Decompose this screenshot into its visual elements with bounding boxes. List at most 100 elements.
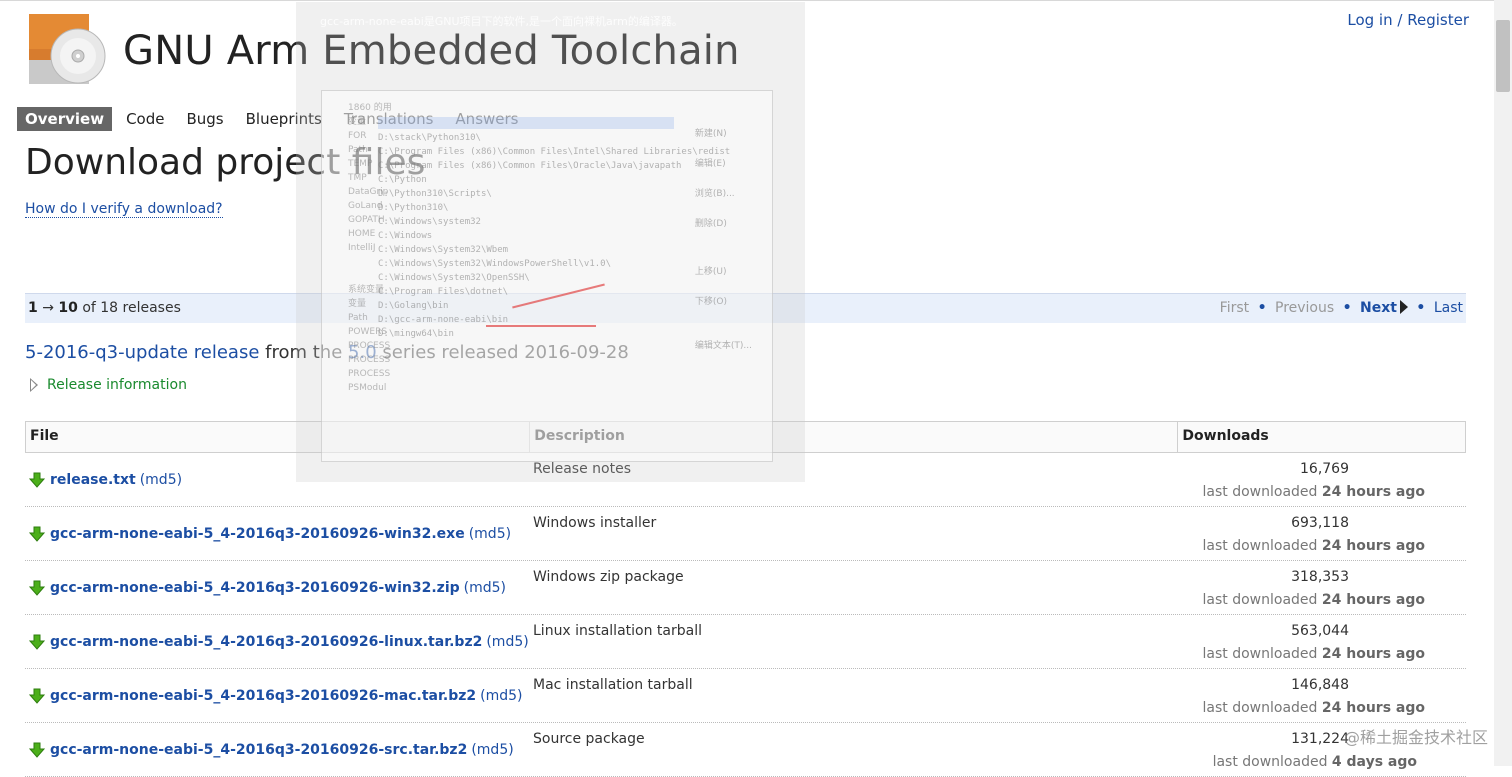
path-list: D:\stack\Python310\ C:\Program Files (x8…	[378, 117, 730, 341]
pager-dot: •	[1257, 300, 1267, 316]
last-downloaded-prefix: last downloaded	[1202, 484, 1318, 500]
last-downloaded-prefix: last downloaded	[1202, 646, 1318, 662]
download-stats: 693,118 last downloaded 24 hours ago	[1178, 507, 1466, 560]
last-downloaded: last downloaded 24 hours ago	[1203, 484, 1425, 500]
last-downloaded-time: 24 hours ago	[1321, 700, 1425, 716]
last-downloaded-time: 4 days ago	[1331, 754, 1417, 770]
pager: First • Previous • Next • Last	[1220, 300, 1463, 316]
overlay-button: 下移(O)	[694, 297, 727, 307]
md5-link[interactable]: (md5)	[140, 472, 182, 488]
download-arrow-icon	[29, 688, 45, 704]
tab-code[interactable]: Code	[118, 107, 172, 131]
file-description: Windows installer	[533, 515, 657, 531]
download-count: 16,769	[1300, 461, 1349, 477]
last-downloaded-prefix: last downloaded	[1202, 592, 1318, 608]
verify-download-link[interactable]: How do I verify a download?	[25, 201, 223, 218]
project-logo-icon	[29, 14, 106, 84]
table-row: gcc-arm-none-eabi-5_4-2016q3-20160926-ma…	[25, 669, 1466, 723]
md5-link[interactable]: (md5)	[464, 580, 506, 596]
scrollbar-thumb[interactable]	[1496, 20, 1510, 92]
range-end: 10	[58, 300, 78, 316]
next-label: Next	[1360, 300, 1397, 316]
login-separator: /	[1397, 11, 1403, 29]
overlay-button: 删除(D)	[694, 219, 727, 229]
path-entry: C:\Windows\System32\WindowsPowerShell\v1…	[378, 259, 611, 269]
login-link[interactable]: Log in	[1347, 11, 1392, 29]
previous-link: Previous	[1275, 300, 1335, 316]
overlay-screenshot: gcc-arm-none-eabi是GNU项目下的软件,是一个面向裸机arm的编…	[296, 2, 805, 482]
tab-overview[interactable]: Overview	[17, 107, 113, 131]
last-downloaded-time: 24 hours ago	[1321, 538, 1425, 554]
last-downloaded: last downloaded 24 hours ago	[1203, 538, 1425, 554]
range-arrow: →	[42, 300, 54, 316]
file-link[interactable]: gcc-arm-none-eabi-5_4-2016q3-20160926-ma…	[50, 688, 476, 704]
env-variable-dialog: 1860 的用 变量 FOR Path TEMP TMP DataGrip Go…	[321, 90, 773, 462]
register-link[interactable]: Register	[1407, 11, 1469, 29]
download-count: 693,118	[1291, 515, 1349, 531]
overlay-caption: gcc-arm-none-eabi是GNU项目下的软件,是一个面向裸机arm的编…	[320, 15, 683, 28]
overlay-label: PSModul	[348, 383, 387, 393]
path-entry: C:\Windows	[378, 231, 433, 241]
overlay-button: 新建(N)	[694, 129, 727, 139]
file-link[interactable]: gcc-arm-none-eabi-5_4-2016q3-20160926-wi…	[50, 526, 465, 542]
overlay-label: 1860 的用	[348, 103, 392, 113]
tab-bugs[interactable]: Bugs	[178, 107, 231, 131]
overlay-label: PROCESS	[348, 341, 391, 351]
last-downloaded-time: 24 hours ago	[1321, 484, 1425, 500]
range-start: 1	[28, 300, 38, 316]
file-link[interactable]: gcc-arm-none-eabi-5_4-2016q3-20160926-sr…	[50, 742, 467, 758]
column-downloads: Downloads	[1177, 422, 1465, 452]
file-link[interactable]: release.txt	[50, 472, 136, 488]
next-arrow-icon	[1399, 300, 1408, 314]
path-entry: C:\Windows\System32\Wbem	[378, 245, 509, 255]
first-link: First	[1219, 300, 1250, 316]
download-count: 146,848	[1291, 677, 1349, 693]
file-link[interactable]: gcc-arm-none-eabi-5_4-2016q3-20160926-li…	[50, 634, 482, 650]
top-border	[0, 0, 1512, 1]
overlay-button: 上移(U)	[694, 267, 727, 277]
release-information-toggle[interactable]: Release information	[30, 377, 187, 393]
last-downloaded: last downloaded 24 hours ago	[1203, 646, 1425, 662]
release-link[interactable]: 5-2016-q3-update release	[25, 342, 259, 363]
download-stats: 563,044 last downloaded 24 hours ago	[1178, 615, 1466, 668]
path-entry: D:\Golang\bin	[378, 301, 449, 311]
download-stats: 16,769 last downloaded 24 hours ago	[1178, 453, 1466, 506]
file-description: Mac installation tarball	[533, 677, 693, 693]
release-information-label: Release information	[47, 377, 187, 393]
file-description: Windows zip package	[533, 569, 684, 585]
page-scrollbar[interactable]	[1494, 0, 1512, 766]
last-downloaded-prefix: last downloaded	[1202, 700, 1318, 716]
md5-link[interactable]: (md5)	[471, 742, 513, 758]
table-row: gcc-arm-none-eabi-5_4-2016q3-20160926-sr…	[25, 723, 1466, 777]
overlay-label: PROCESS	[348, 369, 391, 379]
file-description: Linux installation tarball	[533, 623, 702, 639]
path-entry: D:\mingw64\bin	[378, 329, 454, 339]
download-arrow-icon	[29, 580, 45, 596]
path-entry: C:\Program Files (x86)\Common Files\Inte…	[378, 147, 731, 157]
table-row: gcc-arm-none-eabi-5_4-2016q3-20160926-wi…	[25, 507, 1466, 561]
pager-dot: •	[1416, 300, 1426, 316]
download-count: 318,353	[1291, 569, 1349, 585]
file-link[interactable]: gcc-arm-none-eabi-5_4-2016q3-20160926-wi…	[50, 580, 460, 596]
download-arrow-icon	[29, 472, 45, 488]
last-link[interactable]: Last	[1434, 300, 1463, 316]
last-downloaded: last downloaded 24 hours ago	[1203, 700, 1425, 716]
table-row: gcc-arm-none-eabi-5_4-2016q3-20160926-li…	[25, 615, 1466, 669]
last-downloaded-prefix: last downloaded	[1202, 538, 1318, 554]
path-entry: D:\stack\Python310\	[378, 133, 481, 143]
download-count: 131,224	[1291, 731, 1349, 747]
path-entry: C:\Windows\system32	[378, 217, 481, 227]
red-annotation-mark	[486, 325, 596, 327]
download-stats: 318,353 last downloaded 24 hours ago	[1178, 561, 1466, 614]
path-entry: C:\Program Files (x86)\Common Files\Orac…	[378, 161, 682, 171]
md5-link[interactable]: (md5)	[480, 688, 522, 704]
next-link[interactable]: Next	[1360, 300, 1408, 316]
last-downloaded: last downloaded 4 days ago	[1213, 754, 1417, 770]
download-arrow-icon	[29, 634, 45, 650]
site-watermark: @稀土掘金技术社区	[1343, 728, 1488, 747]
md5-link[interactable]: (md5)	[486, 634, 528, 650]
download-arrow-icon	[29, 526, 45, 542]
overlay-button: 浏览(B)...	[694, 189, 735, 199]
md5-link[interactable]: (md5)	[469, 526, 511, 542]
last-downloaded: last downloaded 24 hours ago	[1203, 592, 1425, 608]
